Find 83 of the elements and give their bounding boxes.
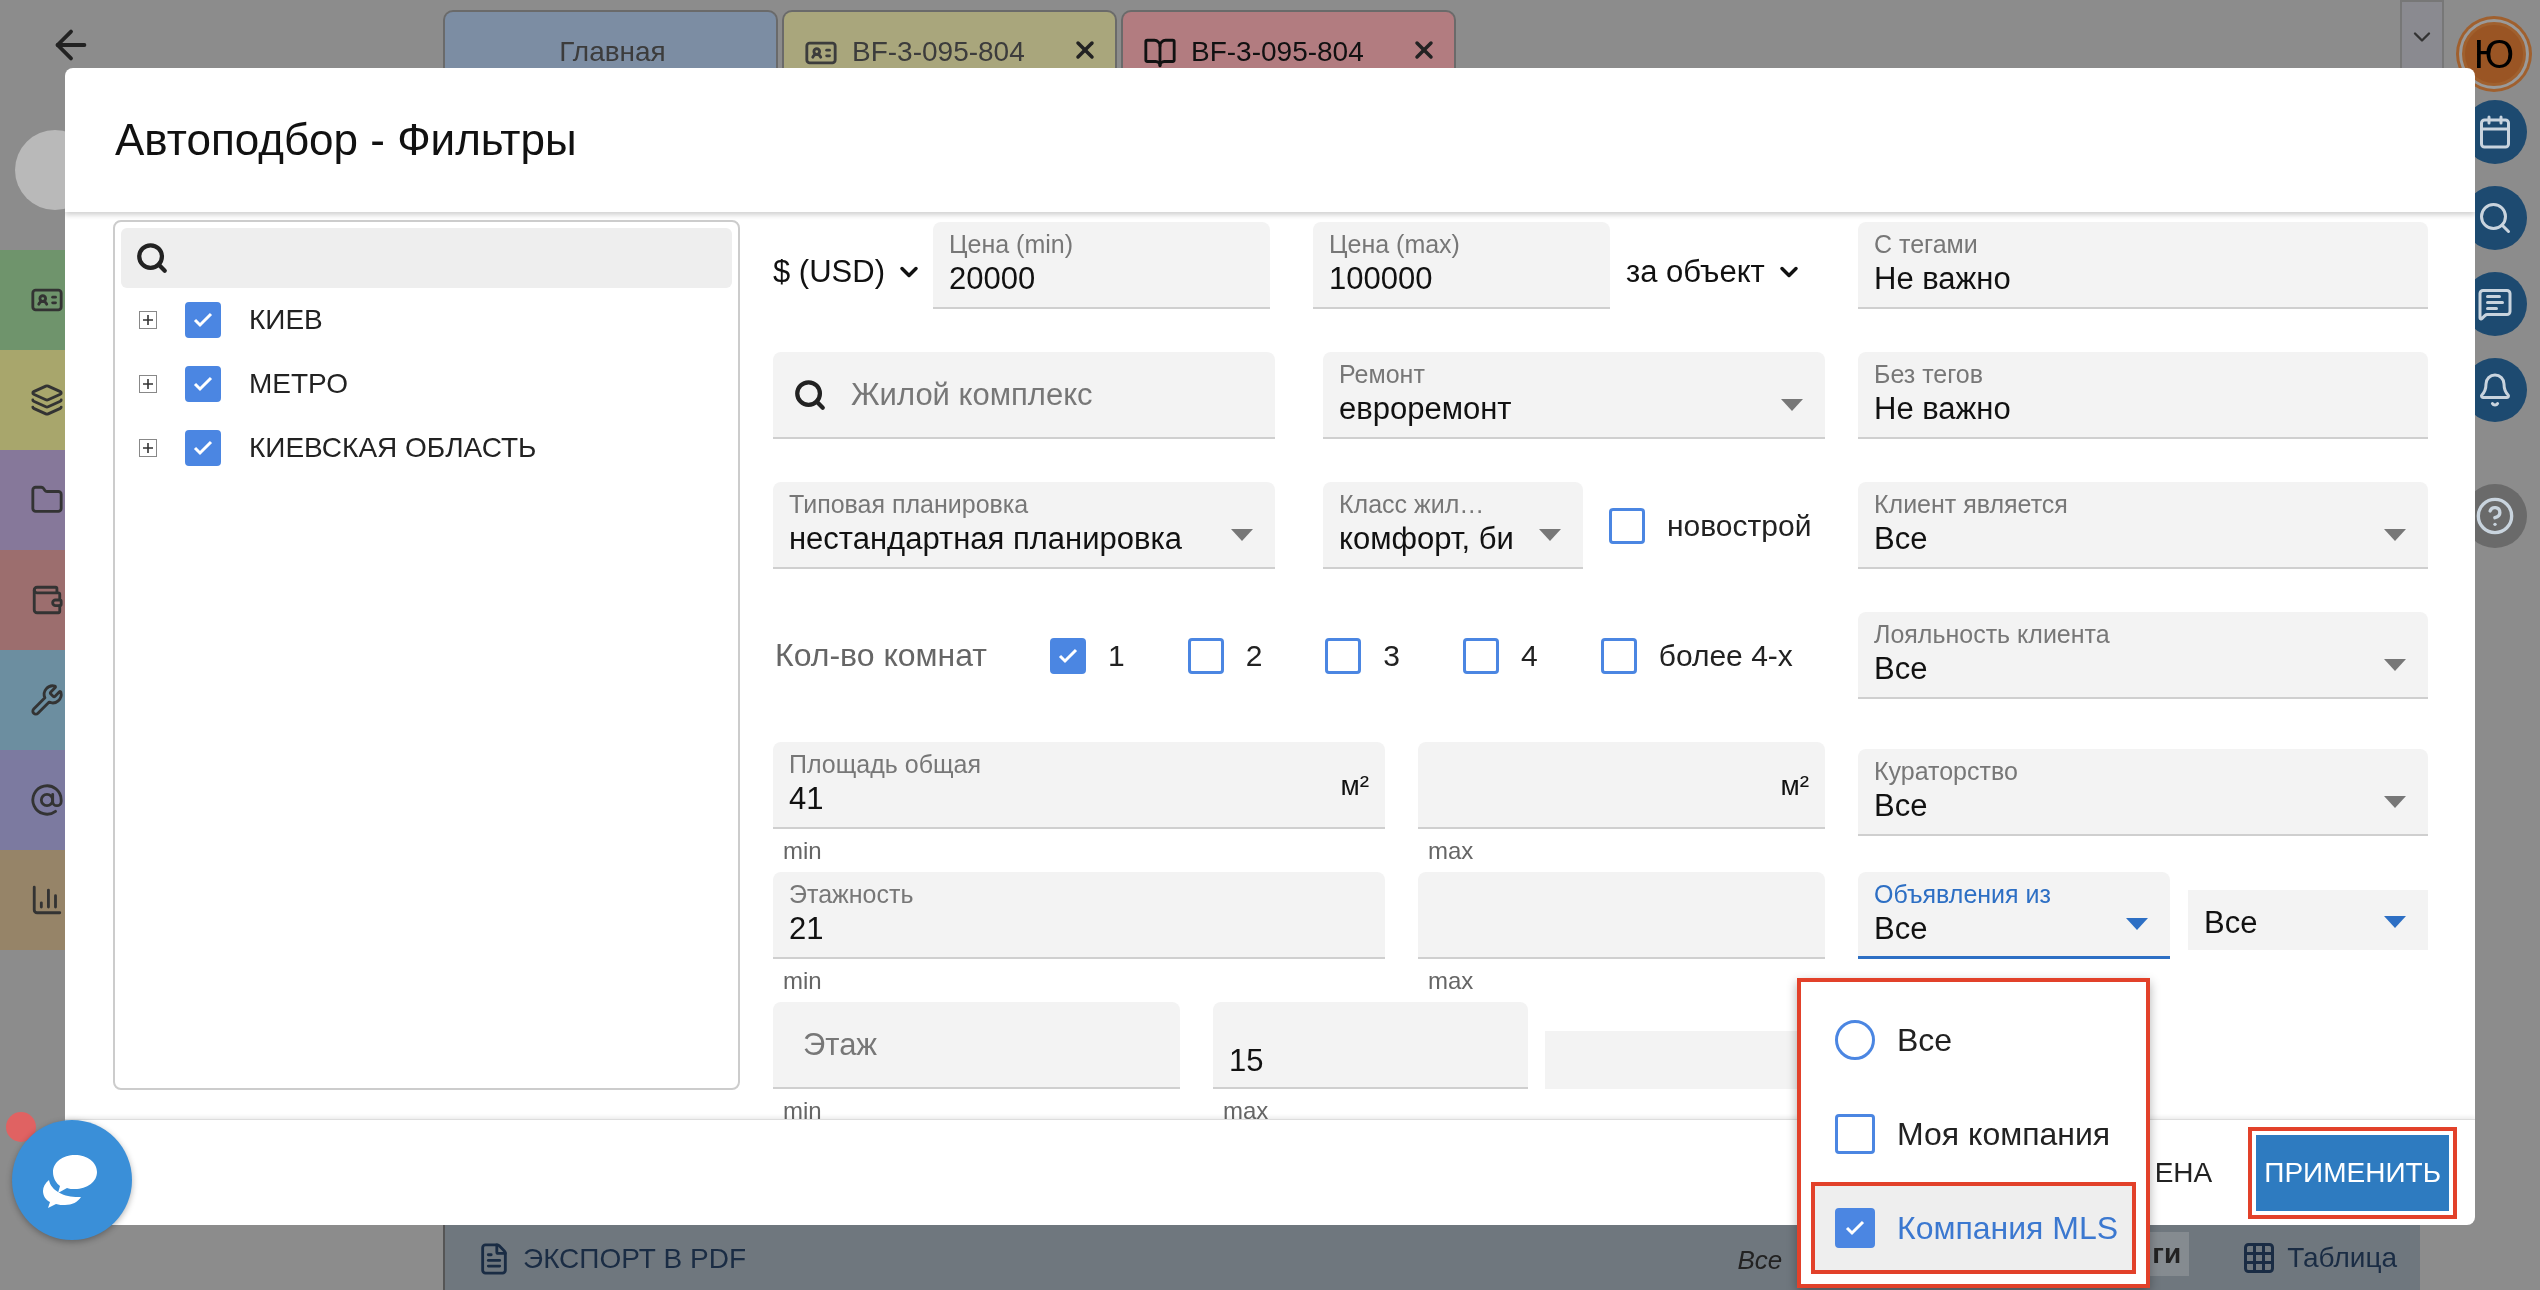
hint-text: min: [783, 837, 823, 865]
checkbox[interactable]: [185, 366, 221, 402]
currency-select[interactable]: $ (USD): [773, 222, 923, 309]
hint-text: min: [783, 1097, 823, 1119]
checkbox[interactable]: [185, 430, 221, 466]
at-sign-icon: [30, 783, 64, 817]
input-field[interactable]: [1418, 872, 1825, 959]
checkbox[interactable]: [1609, 507, 1645, 544]
layers-icon: [30, 383, 64, 417]
input-field[interactable]: С тегами Не важно: [1858, 222, 2428, 309]
dropdown-arrow-icon: [1231, 529, 1253, 541]
chat-icon: [2477, 286, 2513, 322]
checkbox[interactable]: [1835, 1208, 1875, 1248]
hint-text: max: [1223, 1097, 1270, 1119]
bar-chart-icon: [30, 883, 64, 917]
menu-item[interactable]: Все: [1811, 994, 2136, 1086]
checkbox[interactable]: [1600, 637, 1637, 674]
checkbox[interactable]: [1835, 1114, 1875, 1154]
dropdown-arrow-icon: [2384, 659, 2406, 671]
input-field[interactable]: Этаж: [773, 1002, 1180, 1089]
select-field[interactable]: Типовая планировка нестандартная планировка: [773, 482, 1275, 569]
input-field[interactable]: Цена (max) 100000: [1313, 222, 1610, 309]
dropdown-arrow-icon: [1781, 399, 1803, 411]
dropdown-arrow-icon: [1539, 529, 1561, 541]
checkbox-label: 3: [1383, 638, 1401, 673]
select-field[interactable]: Ремонт евроремонт: [1323, 352, 1825, 439]
select-field[interactable]: Клиент является Все: [1858, 482, 2428, 569]
calendar-icon: [2477, 114, 2513, 150]
dropdown-arrow-icon: [2384, 916, 2406, 928]
select-field[interactable]: Все: [2188, 890, 2428, 950]
hint-text: max: [1428, 837, 1475, 865]
book-icon: [1143, 36, 1177, 70]
search-icon: [135, 241, 169, 275]
dropdown-arrow-icon: [2384, 796, 2406, 808]
expand-icon[interactable]: [139, 375, 157, 393]
checkbox-label: 1: [1107, 638, 1125, 673]
cancel-button[interactable]: ЕНА: [2154, 1156, 2213, 1189]
checkbox-label: 2: [1245, 638, 1263, 673]
select-field[interactable]: Лояльность клиента Все: [1858, 612, 2428, 699]
checkbox-label: 4: [1521, 638, 1538, 673]
input-field[interactable]: Цена (min) 20000: [933, 222, 1270, 309]
hint-text: min: [783, 967, 823, 995]
radio-button[interactable]: [1835, 1020, 1875, 1060]
dialog-title: Автоподбор - Фильтры: [115, 115, 577, 165]
checkbox[interactable]: [1187, 637, 1224, 674]
help-icon: [2475, 496, 2515, 536]
checkbox[interactable]: [1049, 637, 1086, 674]
input-field[interactable]: Этажность 21: [773, 872, 1385, 959]
tree-item-label[interactable]: КИЕВСКАЯ ОБЛАСТЬ: [249, 432, 537, 464]
dropdown-arrow-icon: [2384, 529, 2406, 541]
search-icon: [793, 377, 827, 412]
expand-icon[interactable]: [139, 311, 157, 329]
tree-item-label[interactable]: МЕТРО: [249, 368, 348, 400]
input-field[interactable]: 15: [1213, 1002, 1528, 1089]
menu-item[interactable]: Компания MLS: [1811, 1182, 2136, 1274]
complex-search-field[interactable]: Жилой комплекс: [773, 352, 1275, 439]
hint-text: max: [1428, 967, 1475, 995]
checkbox[interactable]: [1463, 637, 1500, 674]
new-building-checkbox[interactable]: новострой: [1609, 507, 1812, 544]
rooms-label: Кол-во комнат: [775, 637, 987, 674]
bell-icon: [2477, 372, 2513, 408]
wallet-icon: [30, 583, 64, 617]
checkbox[interactable]: [185, 302, 221, 338]
tree-search-field[interactable]: [121, 228, 732, 288]
wrench-icon: [30, 683, 64, 717]
input-field[interactable]: Площадь общая 41 м²: [773, 742, 1385, 829]
chat-widget-button[interactable]: [12, 1120, 132, 1240]
select-field[interactable]: Объявления из Все: [1858, 872, 2170, 959]
price-unit-select[interactable]: за объект: [1626, 222, 1803, 309]
menu-item[interactable]: Моя компания: [1811, 1088, 2136, 1180]
dropdown-arrow-icon: [2126, 918, 2148, 930]
checkbox[interactable]: [1325, 637, 1362, 674]
apply-button[interactable]: ПРИМЕНИТЬ: [2248, 1126, 2457, 1219]
expand-icon[interactable]: [139, 439, 157, 457]
total-text: Все: [1737, 1245, 1783, 1276]
notification-dot: [6, 1112, 36, 1142]
checkbox-label: более 4-х: [1658, 638, 1793, 673]
input-field[interactable]: Без тегов Не важно: [1858, 352, 2428, 439]
search-icon: [2477, 200, 2513, 236]
input-field[interactable]: м²: [1418, 742, 1825, 829]
select-field[interactable]: Кураторство Все: [1858, 749, 2428, 836]
select-field[interactable]: Класс жил… комфорт, би: [1323, 482, 1583, 569]
tree-item-label[interactable]: КИЕВ: [249, 304, 323, 336]
